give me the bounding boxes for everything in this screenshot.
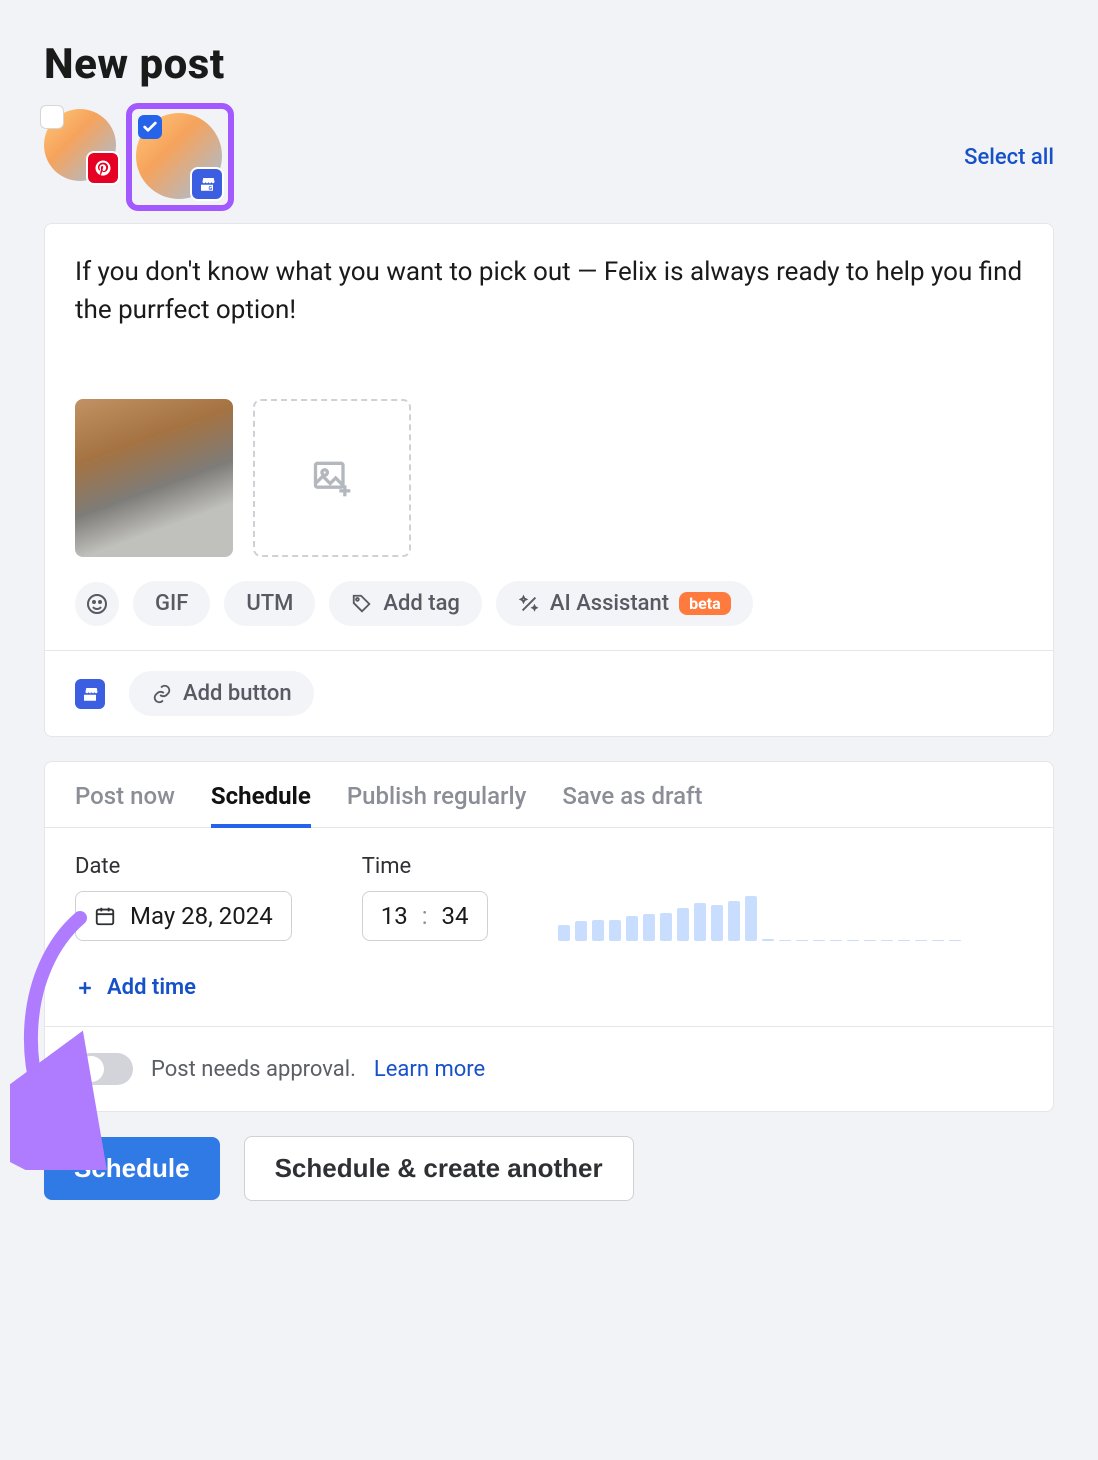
schedule-create-another-button[interactable]: Schedule & create another bbox=[244, 1136, 634, 1201]
tag-icon bbox=[351, 593, 373, 615]
activity-bar bbox=[626, 916, 638, 941]
beta-badge: beta bbox=[679, 592, 731, 615]
add-time-label: Add time bbox=[107, 975, 196, 1000]
add-time-button[interactable]: Add time bbox=[45, 969, 1053, 1026]
activity-bar bbox=[796, 940, 808, 941]
activity-bar bbox=[592, 920, 604, 942]
add-tag-button[interactable]: Add tag bbox=[329, 581, 482, 626]
learn-more-link[interactable]: Learn more bbox=[374, 1057, 485, 1082]
media-row bbox=[75, 399, 1023, 557]
utm-button[interactable]: UTM bbox=[224, 581, 315, 626]
add-tag-label: Add tag bbox=[383, 591, 460, 616]
approval-text: Post needs approval. bbox=[151, 1057, 356, 1082]
activity-bar bbox=[711, 905, 723, 941]
activity-bar bbox=[830, 940, 842, 941]
activity-bar bbox=[762, 939, 774, 941]
activity-chart bbox=[558, 891, 961, 941]
activity-bar bbox=[575, 921, 587, 941]
schedule-card: Post now Schedule Publish regularly Save… bbox=[44, 761, 1054, 1112]
tab-post-now[interactable]: Post now bbox=[75, 782, 175, 828]
tab-schedule[interactable]: Schedule bbox=[211, 782, 311, 828]
time-hour: 13 bbox=[381, 902, 408, 930]
add-image-button[interactable] bbox=[253, 399, 411, 557]
google-business-icon: G bbox=[192, 169, 222, 199]
add-button-action[interactable]: Add button bbox=[129, 671, 314, 716]
page-title: New post bbox=[44, 40, 1054, 89]
emoji-button[interactable] bbox=[75, 582, 119, 626]
activity-bar bbox=[745, 896, 757, 942]
account-pinterest[interactable] bbox=[44, 109, 116, 181]
add-button-label: Add button bbox=[183, 681, 292, 706]
ai-assistant-button[interactable]: AI Assistant beta bbox=[496, 581, 753, 626]
approval-row: Post needs approval. Learn more bbox=[45, 1026, 1053, 1111]
date-value: May 28, 2024 bbox=[130, 902, 273, 930]
tab-save-draft[interactable]: Save as draft bbox=[562, 782, 702, 828]
svg-text:G: G bbox=[209, 186, 213, 192]
link-icon bbox=[151, 683, 173, 705]
gif-button[interactable]: GIF bbox=[133, 581, 210, 626]
time-input[interactable]: 13 : 34 bbox=[362, 891, 488, 941]
activity-bar bbox=[609, 920, 621, 942]
pinterest-icon bbox=[88, 153, 118, 183]
attached-image[interactable] bbox=[75, 399, 233, 557]
schedule-button[interactable]: Schedule bbox=[44, 1137, 220, 1200]
activity-bar bbox=[813, 940, 825, 941]
activity-bar bbox=[694, 903, 706, 941]
activity-bar bbox=[881, 940, 893, 941]
activity-bar bbox=[898, 940, 910, 941]
date-label: Date bbox=[75, 854, 292, 879]
account-checkbox[interactable] bbox=[40, 105, 64, 129]
tab-publish-regularly[interactable]: Publish regularly bbox=[347, 782, 527, 828]
activity-bar bbox=[643, 914, 655, 942]
activity-bar bbox=[558, 925, 570, 942]
time-field: Time 13 : 34 bbox=[362, 854, 488, 941]
activity-bar bbox=[728, 901, 740, 942]
activity-bar bbox=[932, 940, 944, 941]
activity-bar bbox=[660, 913, 672, 942]
post-text-input[interactable]: If you don't know what you want to pick … bbox=[75, 254, 1023, 329]
activity-bar bbox=[677, 908, 689, 942]
accounts-row: G Select all bbox=[44, 109, 1054, 205]
google-business-icon bbox=[75, 679, 105, 709]
activity-bar bbox=[847, 940, 859, 941]
activity-bar bbox=[779, 940, 791, 941]
time-label: Time bbox=[362, 854, 488, 879]
activity-bar bbox=[915, 940, 927, 941]
compose-card: If you don't know what you want to pick … bbox=[44, 223, 1054, 737]
account-google-business[interactable]: G bbox=[132, 109, 228, 205]
approval-toggle[interactable] bbox=[75, 1053, 133, 1085]
compose-toolbar: GIF UTM Add tag AI Assistant beta bbox=[75, 581, 1023, 626]
plus-icon bbox=[75, 978, 95, 998]
compose-footer: Add button bbox=[45, 650, 1053, 736]
action-buttons: Schedule Schedule & create another bbox=[44, 1136, 1054, 1201]
magic-wand-icon bbox=[518, 593, 540, 615]
select-all-link[interactable]: Select all bbox=[964, 145, 1054, 170]
publish-tabs: Post now Schedule Publish regularly Save… bbox=[45, 762, 1053, 828]
time-separator: : bbox=[422, 902, 428, 930]
activity-bar bbox=[949, 940, 961, 941]
time-minute: 34 bbox=[442, 902, 469, 930]
activity-bar bbox=[864, 940, 876, 941]
ai-assistant-label: AI Assistant bbox=[550, 591, 669, 616]
date-field: Date May 28, 2024 bbox=[75, 854, 292, 941]
calendar-icon bbox=[94, 905, 116, 927]
account-checkbox[interactable] bbox=[138, 115, 162, 139]
date-input[interactable]: May 28, 2024 bbox=[75, 891, 292, 941]
